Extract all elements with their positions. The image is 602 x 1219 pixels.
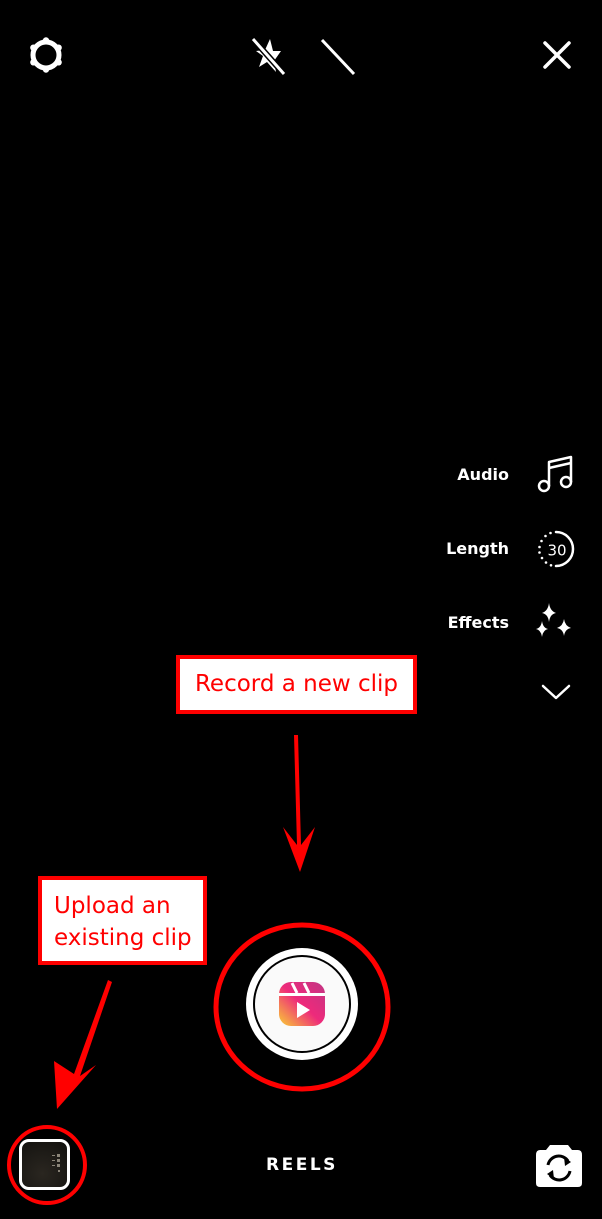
effects-label[interactable]: Effects <box>448 613 509 632</box>
night-mode-off-icon[interactable] <box>314 34 358 78</box>
thumbnail-detail-icon <box>52 1154 60 1172</box>
gallery-thumbnail-button[interactable] <box>19 1139 70 1190</box>
timer-icon[interactable]: 30 <box>534 527 578 571</box>
close-icon[interactable] <box>536 34 578 76</box>
camera-mode-label[interactable]: REELS <box>266 1155 338 1175</box>
music-note-icon[interactable] <box>534 454 576 496</box>
upload-annotation-line2: existing clip <box>54 925 192 951</box>
settings-icon[interactable] <box>24 33 68 77</box>
record-annotation: Record a new clip <box>176 655 417 714</box>
upload-annotation: Upload an existing clip <box>38 876 207 965</box>
upload-annotation-line1: Upload an <box>54 893 171 919</box>
sparkles-icon[interactable] <box>534 602 578 642</box>
chevron-down-icon[interactable] <box>540 680 572 704</box>
reels-icon[interactable] <box>277 980 327 1028</box>
annotation-arrow-diagonal-icon <box>40 975 120 1115</box>
audio-label[interactable]: Audio <box>457 465 509 484</box>
annotation-arrow-down-icon <box>265 730 335 875</box>
flip-camera-icon[interactable] <box>534 1141 584 1189</box>
length-label[interactable]: Length <box>446 539 509 558</box>
flash-off-icon[interactable] <box>246 34 290 78</box>
length-value: 30 <box>547 542 566 560</box>
